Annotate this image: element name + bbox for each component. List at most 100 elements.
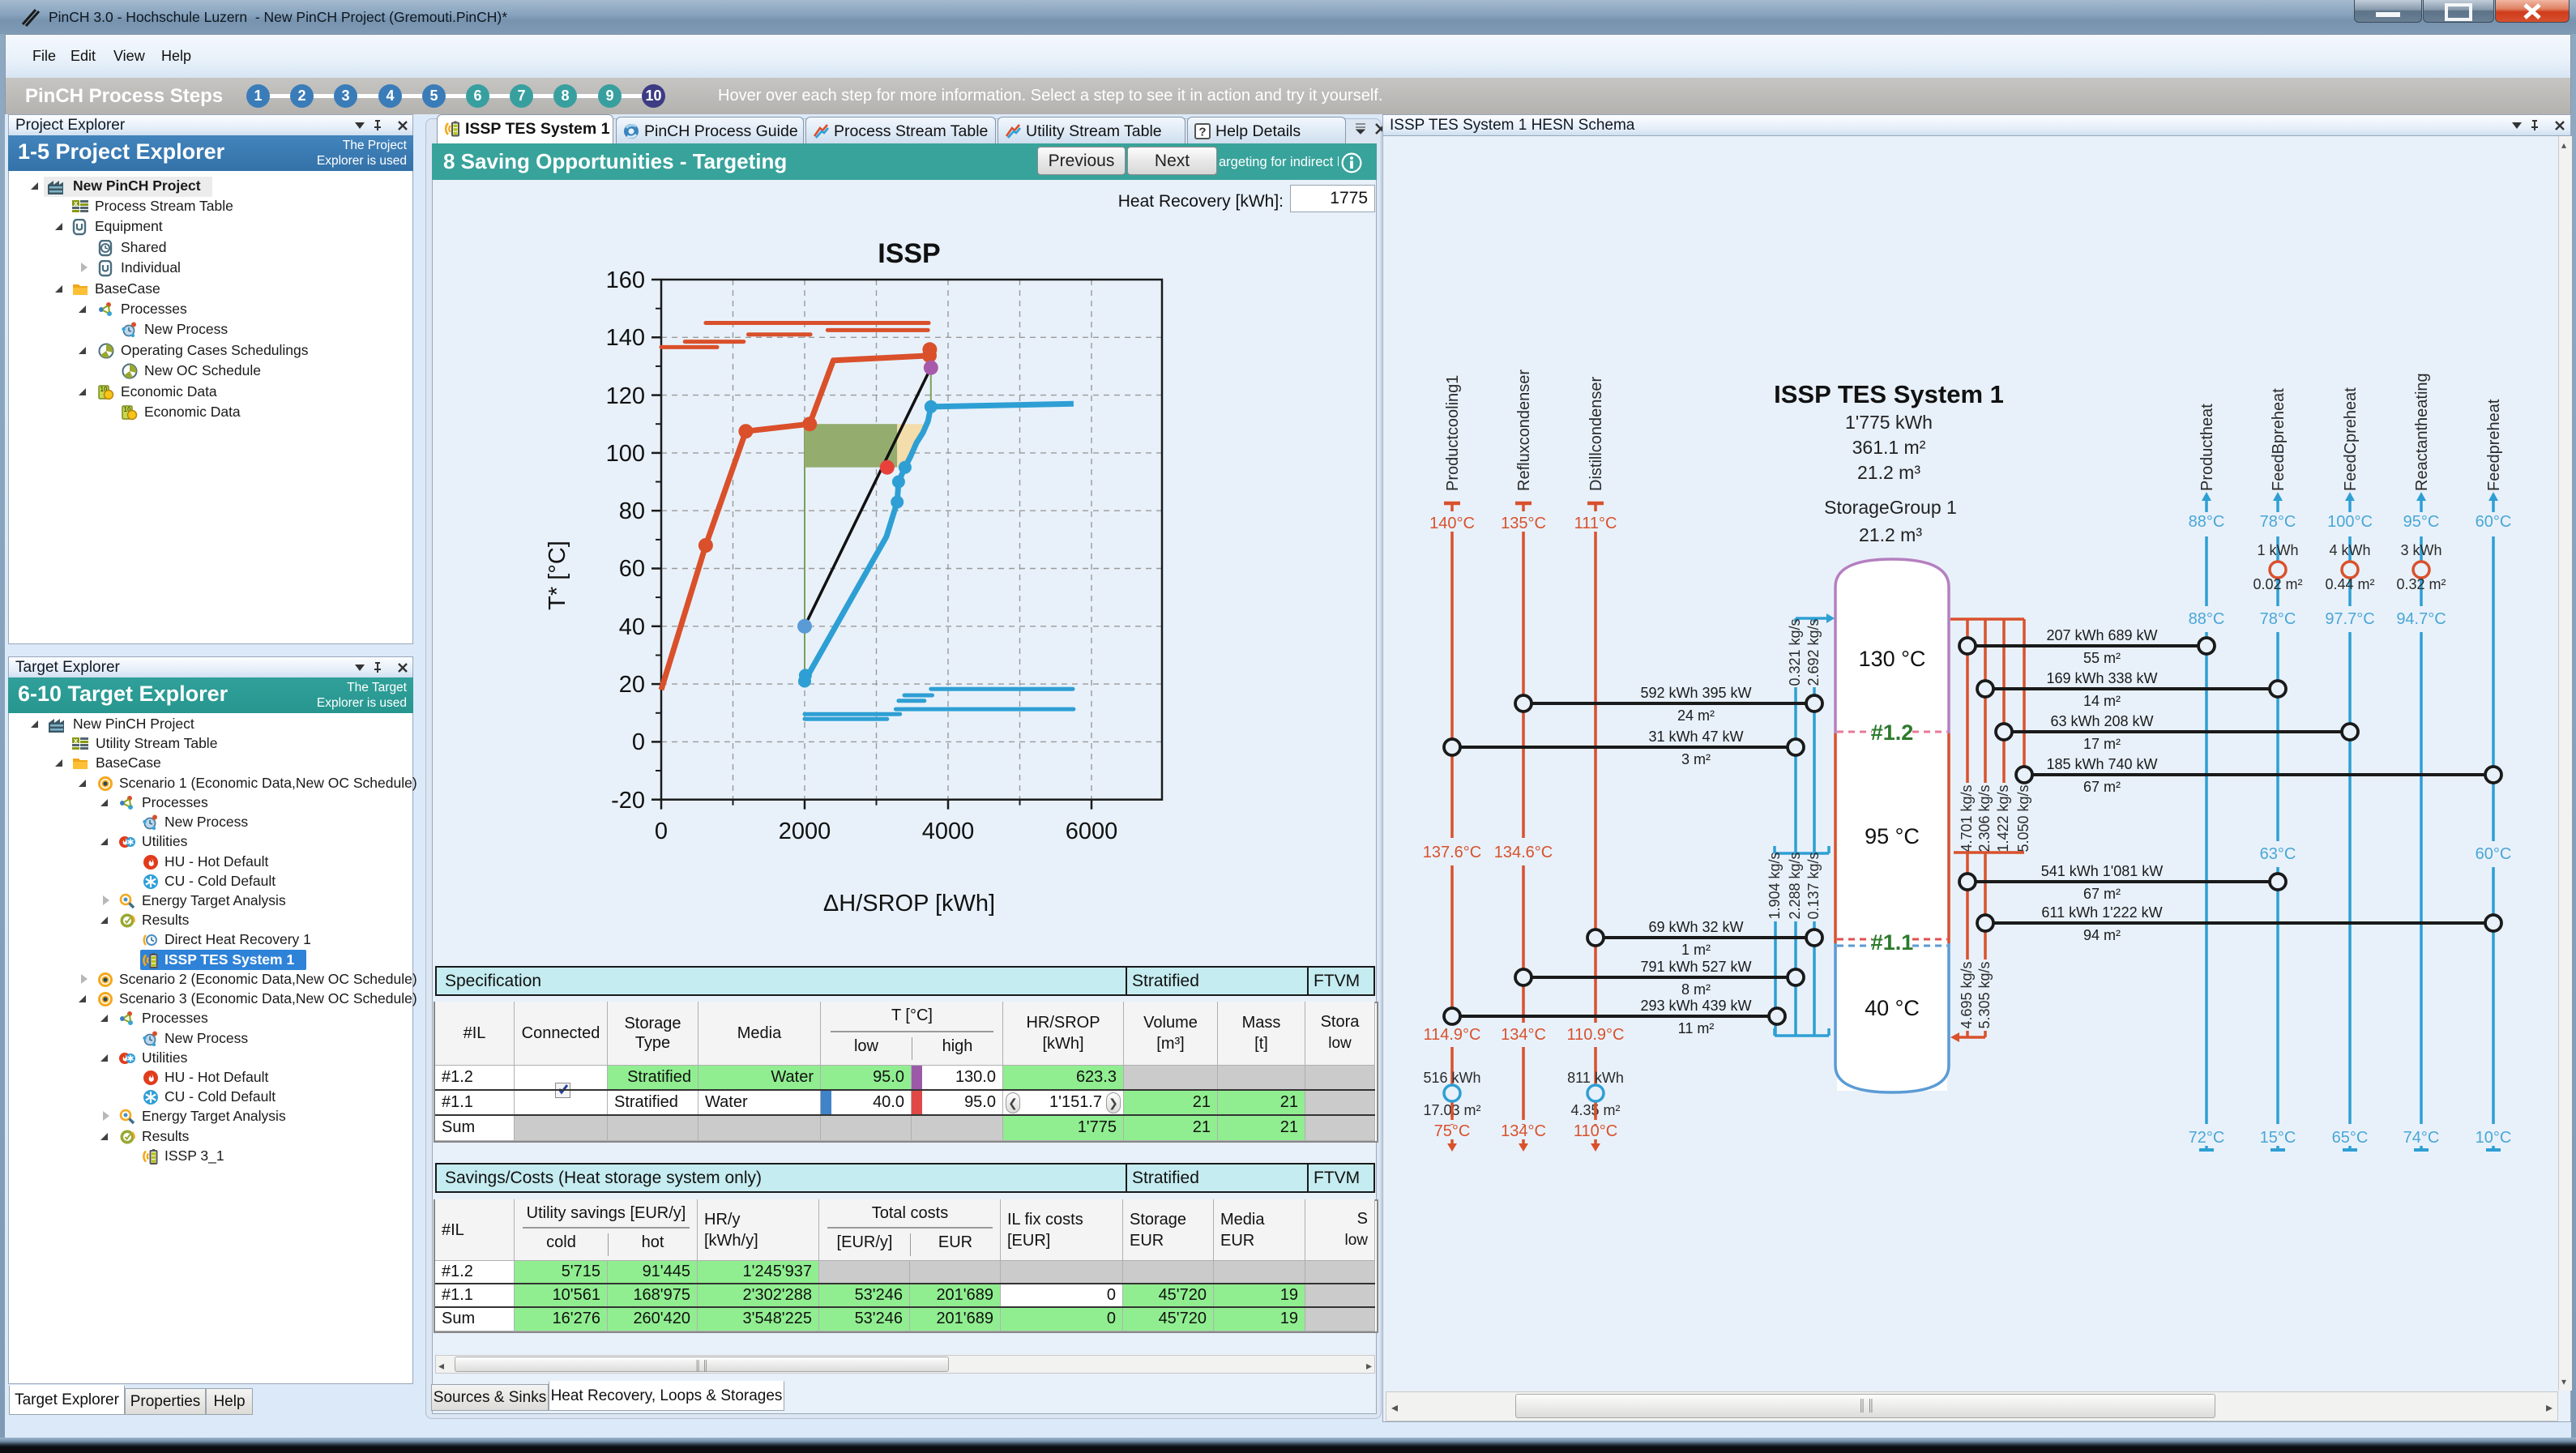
svg-text:185 kWh 740 kW: 185 kWh 740 kW bbox=[2046, 756, 2157, 772]
svg-text:140°C: 140°C bbox=[1429, 515, 1475, 532]
svg-text:611 kWh 1'222 kW: 611 kWh 1'222 kW bbox=[2041, 904, 2162, 921]
svg-text:80: 80 bbox=[619, 498, 645, 524]
svg-text:4.701 kg/s: 4.701 kg/s bbox=[1959, 784, 1975, 852]
svg-text:137.6°C: 137.6°C bbox=[1423, 844, 1482, 861]
svg-text:811 kWh: 811 kWh bbox=[1567, 1070, 1624, 1086]
svg-text:11 m²: 11 m² bbox=[1678, 1020, 1715, 1036]
svg-text:110.9°C: 110.9°C bbox=[1566, 1026, 1624, 1044]
svg-text:60°C: 60°C bbox=[2476, 845, 2512, 863]
svg-text:169 kWh 338 kW: 169 kWh 338 kW bbox=[2046, 670, 2157, 686]
svg-text:15°C: 15°C bbox=[2260, 1129, 2296, 1147]
svg-text:293 kWh 439 kW: 293 kWh 439 kW bbox=[1640, 998, 1751, 1014]
svg-text:1 kWh: 1 kWh bbox=[2257, 542, 2298, 558]
svg-text:72°C: 72°C bbox=[2189, 1129, 2225, 1147]
svg-text:60°C: 60°C bbox=[2476, 513, 2512, 531]
svg-text:3 m²: 3 m² bbox=[1681, 751, 1711, 767]
svg-text:2.692 kg/s: 2.692 kg/s bbox=[1805, 618, 1822, 686]
svg-text:140: 140 bbox=[606, 325, 645, 351]
svg-text:24 m²: 24 m² bbox=[1677, 707, 1715, 724]
svg-text:100°C: 100°C bbox=[2327, 513, 2373, 531]
svg-text:6000: 6000 bbox=[1066, 818, 1118, 844]
svg-text:0: 0 bbox=[655, 818, 668, 844]
svg-text:134°C: 134°C bbox=[1501, 1026, 1546, 1044]
svg-text:0.44 m²: 0.44 m² bbox=[2325, 576, 2374, 592]
svg-text:791 kWh 527 kW: 791 kWh 527 kW bbox=[1640, 959, 1751, 975]
svg-text:?: ? bbox=[1198, 126, 1206, 139]
svg-text:130 °C: 130 °C bbox=[1859, 647, 1926, 671]
svg-text:1 m²: 1 m² bbox=[1681, 942, 1711, 958]
svg-text:31 kWh 47 kW: 31 kWh 47 kW bbox=[1648, 729, 1743, 745]
svg-text:FeedCpreheat: FeedCpreheat bbox=[2342, 387, 2360, 491]
svg-text:#1.1: #1.1 bbox=[1871, 930, 1914, 955]
svg-text:1'775 kWh: 1'775 kWh bbox=[1845, 412, 1933, 433]
svg-text:2.288 kg/s: 2.288 kg/s bbox=[1787, 852, 1803, 919]
svg-text:3 kWh: 3 kWh bbox=[2400, 542, 2441, 558]
svg-text:StorageGroup 1: StorageGroup 1 bbox=[1824, 497, 1957, 518]
svg-text:0.32 m²: 0.32 m² bbox=[2396, 576, 2446, 592]
svg-text:0.02 m²: 0.02 m² bbox=[2253, 576, 2302, 592]
svg-text:207 kWh 689 kW: 207 kWh 689 kW bbox=[2046, 627, 2157, 643]
svg-text:FeedBpreheat: FeedBpreheat bbox=[2270, 388, 2288, 491]
svg-text:4 kWh: 4 kWh bbox=[2329, 542, 2370, 558]
svg-text:65°C: 65°C bbox=[2332, 1129, 2369, 1147]
svg-text:114.9°C: 114.9°C bbox=[1423, 1026, 1480, 1044]
svg-text:541 kWh 1'081 kW: 541 kWh 1'081 kW bbox=[2041, 863, 2164, 879]
svg-text:74°C: 74°C bbox=[2403, 1129, 2440, 1147]
svg-text:10°C: 10°C bbox=[2476, 1129, 2512, 1147]
svg-text:111°C: 111°C bbox=[1574, 515, 1617, 532]
svg-text:55 m²: 55 m² bbox=[2083, 650, 2121, 666]
svg-text:Productheat: Productheat bbox=[2198, 404, 2216, 491]
svg-text:88°C: 88°C bbox=[2189, 513, 2225, 531]
svg-text:135°C: 135°C bbox=[1501, 515, 1546, 532]
svg-text:Reactantheating: Reactantheating bbox=[2413, 373, 2431, 491]
svg-text:0.321 kg/s: 0.321 kg/s bbox=[1787, 618, 1803, 686]
svg-text:120: 120 bbox=[606, 383, 645, 409]
svg-text:5.050 kg/s: 5.050 kg/s bbox=[2015, 784, 2031, 852]
svg-text:5.305 kg/s: 5.305 kg/s bbox=[1976, 961, 1993, 1028]
svg-text:361.1 m²: 361.1 m² bbox=[1852, 437, 1926, 458]
svg-text:0.137 kg/s: 0.137 kg/s bbox=[1805, 852, 1822, 919]
svg-text:2.306 kg/s: 2.306 kg/s bbox=[1976, 784, 1993, 852]
svg-text:78°C: 78°C bbox=[2260, 513, 2296, 531]
svg-text:ISSP: ISSP bbox=[878, 238, 940, 269]
svg-text:20: 20 bbox=[619, 672, 645, 698]
svg-text:2000: 2000 bbox=[779, 818, 831, 844]
svg-text:Productcooling1: Productcooling1 bbox=[1444, 375, 1462, 491]
svg-text:516 kWh: 516 kWh bbox=[1423, 1070, 1480, 1086]
svg-text:88°C: 88°C bbox=[2189, 610, 2225, 628]
svg-text:21.2 m³: 21.2 m³ bbox=[1857, 462, 1920, 483]
svg-text:134°C: 134°C bbox=[1501, 1122, 1546, 1140]
svg-text:94.7°C: 94.7°C bbox=[2396, 610, 2446, 628]
svg-text:4000: 4000 bbox=[922, 818, 975, 844]
svg-text:#1.2: #1.2 bbox=[1871, 720, 1914, 745]
svg-text:17 m²: 17 m² bbox=[2083, 736, 2121, 752]
svg-text:95 °C: 95 °C bbox=[1865, 824, 1920, 848]
svg-text:ΔH/SROP [kWh]: ΔH/SROP [kWh] bbox=[823, 891, 995, 917]
svg-text:1.422 kg/s: 1.422 kg/s bbox=[1995, 784, 2011, 852]
svg-text:Refluxcondenser: Refluxcondenser bbox=[1515, 370, 1533, 491]
svg-text:40: 40 bbox=[619, 614, 645, 640]
svg-text:63 kWh 208 kW: 63 kWh 208 kW bbox=[2050, 713, 2153, 729]
svg-text:1.904 kg/s: 1.904 kg/s bbox=[1766, 852, 1783, 919]
svg-text:592 kWh 395 kW: 592 kWh 395 kW bbox=[1640, 685, 1751, 701]
svg-text:8 m²: 8 m² bbox=[1681, 981, 1711, 998]
svg-text:110°C: 110°C bbox=[1574, 1122, 1617, 1140]
svg-text:75°C: 75°C bbox=[1434, 1122, 1471, 1140]
svg-text:160: 160 bbox=[606, 267, 645, 293]
svg-text:T* [°C]: T* [°C] bbox=[545, 541, 570, 610]
svg-text:134.6°C: 134.6°C bbox=[1494, 844, 1553, 861]
svg-text:100: 100 bbox=[606, 441, 645, 467]
svg-text:67 m²: 67 m² bbox=[2083, 779, 2121, 795]
svg-text:94 m²: 94 m² bbox=[2083, 927, 2121, 943]
svg-text:21.2 m³: 21.2 m³ bbox=[1859, 524, 1922, 545]
svg-text:4.695 kg/s: 4.695 kg/s bbox=[1959, 961, 1975, 1028]
svg-text:95°C: 95°C bbox=[2403, 513, 2440, 531]
svg-text:Distillcondenser: Distillcondenser bbox=[1587, 376, 1605, 491]
svg-text:14 m²: 14 m² bbox=[2083, 693, 2121, 709]
svg-text:0: 0 bbox=[632, 729, 645, 755]
svg-text:40 °C: 40 °C bbox=[1865, 996, 1920, 1020]
svg-text:69 kWh 32 kW: 69 kWh 32 kW bbox=[1648, 919, 1743, 935]
svg-text:97.7°C: 97.7°C bbox=[2325, 610, 2374, 628]
svg-text:63°C: 63°C bbox=[2260, 845, 2296, 863]
svg-text:ISSP TES System 1: ISSP TES System 1 bbox=[1774, 380, 2004, 408]
